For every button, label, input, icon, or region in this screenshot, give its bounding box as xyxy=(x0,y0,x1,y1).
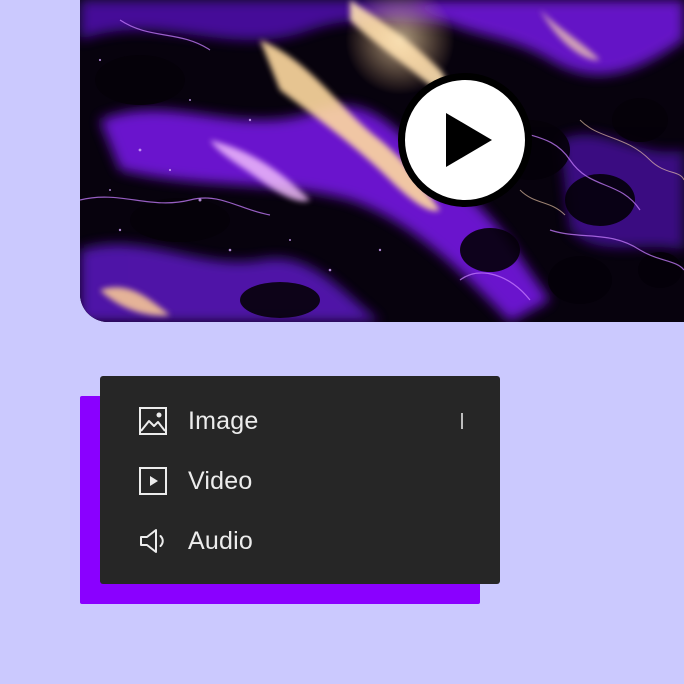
video-artwork xyxy=(80,0,684,322)
menu-item-image[interactable]: Image xyxy=(100,391,500,451)
video-icon xyxy=(138,466,168,496)
video-thumbnail[interactable] xyxy=(80,0,684,322)
audio-icon xyxy=(138,526,168,556)
menu-item-label: Audio xyxy=(188,526,253,555)
menu-item-audio[interactable]: Audio xyxy=(100,511,500,571)
insert-menu: Image Video Audio xyxy=(100,376,500,584)
image-icon xyxy=(138,406,168,436)
text-cursor xyxy=(461,413,463,429)
menu-item-label: Video xyxy=(188,466,253,495)
menu-item-label: Image xyxy=(188,406,259,435)
play-icon xyxy=(446,113,492,167)
play-button[interactable] xyxy=(398,73,532,207)
menu-item-video[interactable]: Video xyxy=(100,451,500,511)
